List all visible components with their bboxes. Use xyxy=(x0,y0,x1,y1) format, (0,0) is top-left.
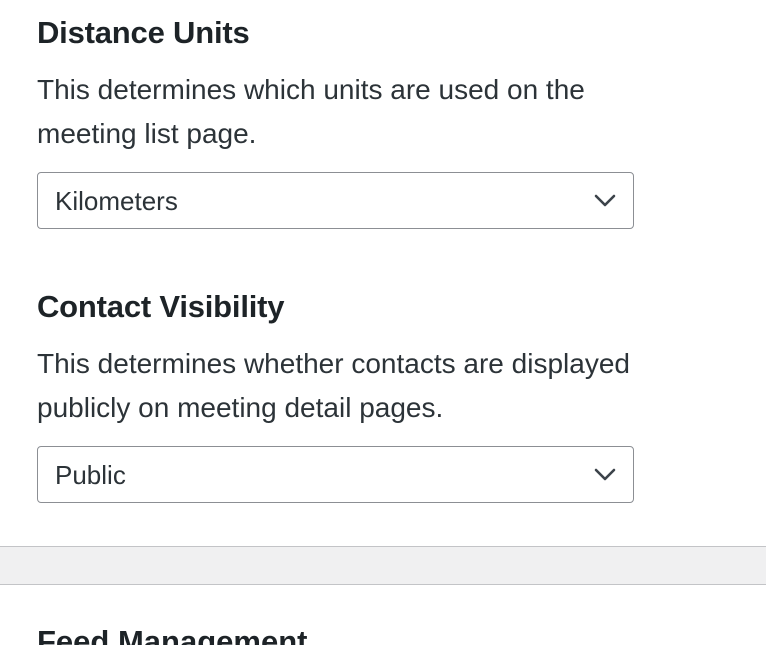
distance-units-description-line1: This determines which units are used on … xyxy=(37,74,585,105)
distance-units-heading: Distance Units xyxy=(37,15,250,50)
contact-visibility-heading: Contact Visibility xyxy=(37,289,285,324)
contact-visibility-selected-value: Public xyxy=(55,460,126,490)
contact-visibility-description-line2: publicly on meeting detail pages. xyxy=(37,392,444,423)
chevron-down-icon xyxy=(594,194,616,207)
chevron-down-icon xyxy=(594,468,616,481)
distance-units-description: This determines which units are used on … xyxy=(37,68,737,156)
distance-units-section: Distance Units This determines which uni… xyxy=(37,14,737,229)
contact-visibility-description: This determines whether contacts are dis… xyxy=(37,342,737,430)
settings-panel: Distance Units This determines which uni… xyxy=(0,0,766,547)
contact-visibility-select[interactable]: Public xyxy=(37,446,634,503)
contact-visibility-description-line1: This determines whether contacts are dis… xyxy=(37,348,630,379)
distance-units-description-line2: meeting list page. xyxy=(37,118,257,149)
feed-management-heading: Feed Management xyxy=(37,624,308,645)
contact-visibility-section: Contact Visibility This determines wheth… xyxy=(37,288,737,503)
distance-units-selected-value: Kilometers xyxy=(55,186,178,216)
distance-units-select[interactable]: Kilometers xyxy=(37,172,634,229)
